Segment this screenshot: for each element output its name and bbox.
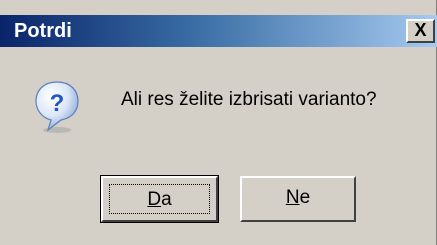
no-button-label: e <box>299 187 311 208</box>
title-bar[interactable]: Potrdi X <box>0 15 437 47</box>
svg-text:?: ? <box>50 90 65 117</box>
close-icon: X <box>414 20 427 40</box>
yes-button-label: a <box>161 189 172 210</box>
confirm-dialog: Potrdi X ? Ali res želite izbrisati vari… <box>0 0 437 245</box>
question-icon: ? <box>35 81 79 133</box>
close-button[interactable]: X <box>406 19 435 43</box>
focus-rectangle: Da <box>109 184 210 214</box>
yes-button[interactable]: Da <box>100 175 219 223</box>
window-title: Potrdi <box>14 20 72 42</box>
dialog-message: Ali res želite izbrisati varianto? <box>121 89 377 110</box>
no-button[interactable]: Ne <box>240 176 356 222</box>
no-button-mnemonic: N <box>285 187 300 208</box>
yes-button-mnemonic: D <box>147 189 162 210</box>
